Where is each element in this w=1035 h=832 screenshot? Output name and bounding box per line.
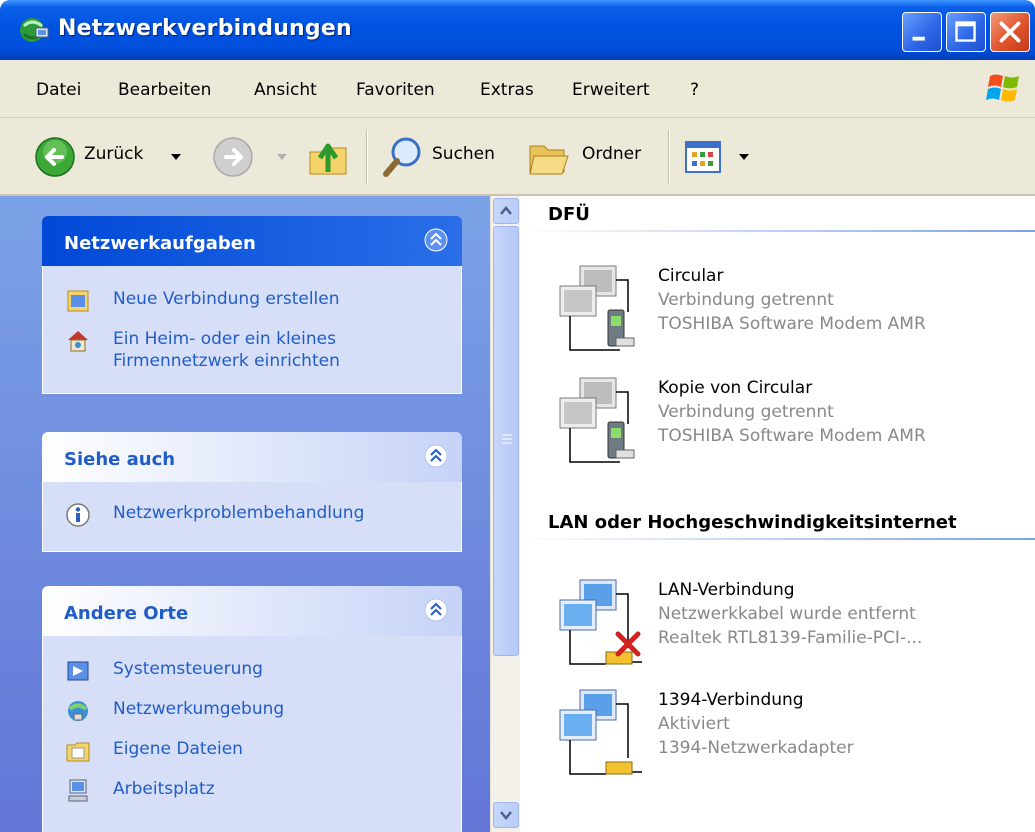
folders-icon[interactable] [526, 134, 572, 180]
network-tasks-header[interactable]: Netzwerkaufgaben [42, 216, 462, 266]
toolbar: Zurück Suchen Ordner [0, 118, 1035, 196]
connection-name: Circular [658, 266, 724, 286]
connection-name: 1394-Verbindung [658, 690, 804, 710]
see-also-header[interactable]: Siehe auch [42, 432, 462, 482]
menu-favoriten[interactable]: Favoriten [356, 80, 435, 100]
my-computer-icon [68, 779, 88, 802]
task-home-network-line1[interactable]: Ein Heim- oder ein kleines [113, 328, 336, 350]
chevron-down-icon [500, 811, 512, 820]
place-network-places[interactable]: Netzwerkumgebung [113, 698, 284, 720]
menu-datei[interactable]: Datei [36, 80, 81, 100]
grip-icon [502, 434, 512, 444]
collapse-icon[interactable] [424, 228, 448, 252]
title-bar[interactable]: Netzwerkverbindungen [0, 0, 1035, 60]
menu-erweitert[interactable]: Erweitert [572, 80, 650, 100]
connections-list: DFÜ Circular Verbindung getrennt TOSHIBA… [520, 196, 1035, 832]
info-icon [66, 503, 90, 527]
scroll-thumb[interactable] [493, 226, 519, 656]
group-title-dialup: DFÜ [548, 204, 590, 225]
other-places-header[interactable]: Andere Orte [42, 586, 462, 636]
task-new-connection[interactable]: Neue Verbindung erstellen [113, 288, 340, 310]
connection-name: Kopie von Circular [658, 378, 813, 398]
views-icon[interactable] [684, 138, 722, 176]
other-places-title: Andere Orte [64, 603, 189, 624]
close-button[interactable] [990, 12, 1030, 52]
connection-device: TOSHIBA Software Modem AMR [658, 314, 926, 334]
my-documents-icon [66, 742, 90, 762]
other-places-panel: Andere Orte Systemsteuerung Netzwerkumge… [42, 586, 462, 832]
control-panel-icon [67, 661, 89, 681]
back-dropdown-icon[interactable] [170, 152, 182, 162]
network-places-icon [68, 701, 88, 721]
maximize-icon [955, 21, 976, 42]
new-connection-icon [67, 290, 89, 312]
collapse-icon[interactable] [424, 598, 448, 622]
task-pane: Netzwerkaufgaben Neue Verbindung erstell… [0, 196, 490, 832]
connection-item[interactable]: Kopie von Circular Verbindung getrennt T… [550, 374, 1030, 474]
search-label[interactable]: Suchen [432, 144, 495, 164]
task-home-network-line2[interactable]: Firmennetzwerk einrichten [113, 350, 340, 372]
forward-arrow-icon[interactable] [212, 136, 254, 178]
connection-device: Realtek RTL8139-Familie-PCI-... [658, 628, 923, 648]
connection-status: Verbindung getrennt [658, 290, 834, 310]
close-icon [999, 21, 1021, 43]
windows-logo-icon [986, 74, 1019, 102]
lan-connection-icon [559, 579, 642, 665]
collapse-icon[interactable] [424, 444, 448, 468]
other-places-body: Systemsteuerung Netzwerkumgebung Eigene … [42, 636, 462, 832]
menu-ansicht[interactable]: Ansicht [254, 80, 317, 100]
place-my-computer[interactable]: Arbeitsplatz [113, 778, 215, 800]
task-troubleshooter[interactable]: Netzwerkproblembehandlung [113, 502, 364, 524]
connection-status: Aktiviert [658, 714, 730, 734]
dialup-connection-icon [559, 377, 635, 463]
lan-connection-icon [559, 689, 642, 775]
task-pane-scrollbar[interactable] [490, 196, 520, 832]
back-label[interactable]: Zurück [84, 144, 143, 164]
see-also-panel: Siehe auch Netzwerkproblembehandlung [42, 432, 462, 552]
group-divider [520, 230, 1035, 232]
connection-item[interactable]: LAN-Verbindung Netzwerkkabel wurde entfe… [550, 576, 1030, 676]
home-network-icon [68, 331, 88, 352]
connection-device: TOSHIBA Software Modem AMR [658, 426, 926, 446]
minimize-button[interactable] [902, 12, 942, 52]
toolbar-separator [366, 130, 368, 184]
folder-up-icon[interactable] [306, 134, 352, 180]
scroll-down-button[interactable] [493, 802, 519, 828]
network-connections-icon [20, 18, 49, 42]
see-also-title: Siehe auch [64, 449, 176, 470]
scroll-up-button[interactable] [493, 198, 519, 224]
place-my-documents[interactable]: Eigene Dateien [113, 738, 243, 760]
maximize-button[interactable] [946, 12, 986, 52]
minimize-icon [912, 36, 925, 41]
connection-status: Netzwerkkabel wurde entfernt [658, 604, 916, 624]
group-title-lan: LAN oder Hochgeschwindigkeitsinternet [548, 512, 957, 533]
menu-bar: Datei Bearbeiten Ansicht Favoriten Extra… [0, 60, 1035, 118]
menu-help[interactable]: ? [690, 80, 699, 100]
network-tasks-title: Netzwerkaufgaben [64, 233, 256, 254]
forward-dropdown-icon[interactable] [276, 152, 288, 162]
window-title: Netzwerkverbindungen [58, 16, 352, 41]
folders-label[interactable]: Ordner [582, 144, 641, 164]
connection-status: Verbindung getrennt [658, 402, 834, 422]
group-divider [520, 538, 1035, 540]
back-arrow-icon[interactable] [34, 136, 76, 178]
connection-device: 1394-Netzwerkadapter [658, 738, 854, 758]
chevron-up-icon [500, 206, 512, 215]
dialup-connection-icon [559, 265, 635, 351]
connection-name: LAN-Verbindung [658, 580, 795, 600]
connection-item[interactable]: Circular Verbindung getrennt TOSHIBA Sof… [550, 262, 1030, 362]
search-icon[interactable] [380, 134, 426, 180]
network-tasks-body: Neue Verbindung erstellen Ein Heim- oder… [42, 266, 462, 394]
place-control-panel[interactable]: Systemsteuerung [113, 658, 263, 680]
see-also-body: Netzwerkproblembehandlung [42, 482, 462, 552]
views-dropdown-icon[interactable] [738, 152, 750, 162]
connection-item[interactable]: 1394-Verbindung Aktiviert 1394-Netzwerka… [550, 686, 1030, 786]
toolbar-separator [668, 130, 670, 184]
network-tasks-panel: Netzwerkaufgaben Neue Verbindung erstell… [42, 216, 462, 394]
menu-extras[interactable]: Extras [480, 80, 534, 100]
menu-bearbeiten[interactable]: Bearbeiten [118, 80, 211, 100]
